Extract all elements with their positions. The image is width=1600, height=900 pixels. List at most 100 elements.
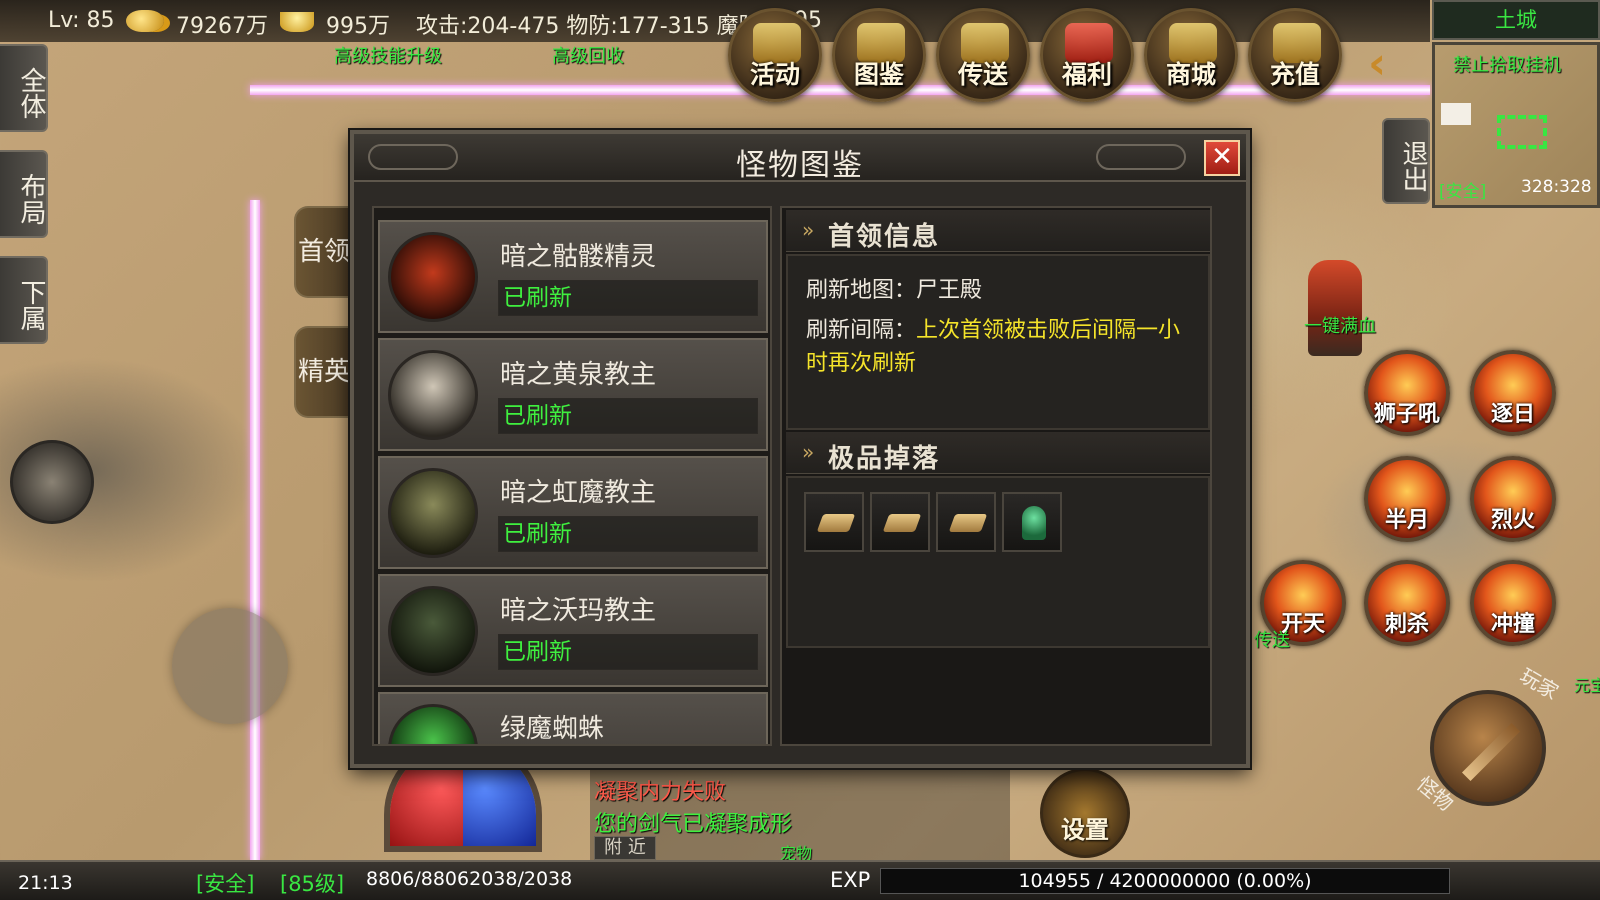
- left-tab-subordinate[interactable]: 下属: [0, 256, 48, 344]
- boss-info-title: 首领信息: [828, 222, 941, 252]
- monster-status: 已刷新: [498, 280, 758, 316]
- monster-name: 暗之黄泉教主: [500, 360, 657, 390]
- skill-flame[interactable]: 烈火: [1470, 456, 1556, 542]
- monster-name: 暗之沃玛教主: [500, 596, 657, 626]
- tab-elite[interactable]: 精英: [294, 326, 352, 418]
- recharge-button-label: 充值: [1269, 60, 1320, 89]
- refresh-map-row: 刷新地图：尸王殿: [806, 272, 982, 304]
- boss-detail-panel: » 首领信息 刷新地图：尸王殿 刷新间隔：上次首领被击败后间隔一小时再次刷新 »…: [780, 206, 1212, 746]
- collapse-arrow-icon[interactable]: ‹: [1368, 38, 1386, 89]
- clock: 21:13: [18, 872, 73, 894]
- minimap[interactable]: 禁止拾取挂机 [安全] 328:328: [1432, 42, 1600, 208]
- monster-row[interactable]: 暗之骷髅精灵 已刷新: [378, 220, 768, 333]
- drops-title: 极品掉落: [828, 444, 941, 474]
- shop-button[interactable]: 商城: [1144, 8, 1238, 102]
- level-label: [85级]: [280, 872, 345, 896]
- skill-upgrade-link[interactable]: 高级技能升级: [334, 42, 442, 68]
- codex-button[interactable]: 图鉴: [832, 8, 926, 102]
- dialog-title: 怪物图鉴: [736, 148, 864, 183]
- monster-name: 绿魔蜘蛛: [500, 714, 605, 744]
- skill-chase-sun[interactable]: 逐日: [1470, 350, 1556, 436]
- monster-row[interactable]: 绿魔蜘蛛: [378, 692, 768, 744]
- tab-boss[interactable]: 首领: [294, 206, 352, 298]
- left-tab-all[interactable]: 全体: [0, 44, 48, 132]
- dialog-title-bar: 怪物图鉴 ✕: [354, 134, 1246, 183]
- player-marker-icon: [1497, 115, 1547, 149]
- boss-info-header: » 首领信息: [786, 210, 1210, 252]
- teleport-partial-text: 传送: [1254, 630, 1290, 651]
- skill-label: 刺杀: [1384, 612, 1429, 637]
- activity-button-label: 活动: [749, 60, 800, 89]
- monster-list[interactable]: 暗之骷髅精灵 已刷新 暗之黄泉教主 已刷新 暗之虹魔教主 已刷新 暗之沃玛教主 …: [372, 206, 772, 746]
- monster-row[interactable]: 暗之沃玛教主 已刷新: [378, 574, 768, 687]
- activity-button[interactable]: 活动: [728, 8, 822, 102]
- skill-label: 冲撞: [1490, 612, 1535, 637]
- drop-slot[interactable]: [936, 492, 996, 552]
- skill-charge[interactable]: 冲撞: [1470, 560, 1556, 646]
- target-player-label[interactable]: 玩家: [1515, 660, 1564, 705]
- drop-slot[interactable]: [870, 492, 930, 552]
- refresh-map-label: 刷新地图：: [806, 278, 917, 303]
- drop-slot[interactable]: [1002, 492, 1062, 552]
- skill-assassinate[interactable]: 刺杀: [1364, 560, 1450, 646]
- monster-name: 暗之虹魔教主: [500, 478, 657, 508]
- yuanbao-partial-text: 元宝: [1574, 676, 1600, 695]
- left-tab-layout[interactable]: 布局: [0, 150, 48, 238]
- refresh-interval-label: 刷新间隔：: [806, 318, 917, 343]
- armored-boss-portrait-icon: [388, 350, 478, 440]
- chat-line: 您的剑气已凝聚成形: [594, 812, 793, 837]
- spider-portrait-icon: [388, 704, 478, 744]
- monster-row[interactable]: 暗之黄泉教主 已刷新: [378, 338, 768, 451]
- player-character[interactable]: [1308, 260, 1362, 356]
- sword-icon: [1462, 723, 1520, 781]
- guild-emblem-icon[interactable]: [10, 440, 94, 524]
- drops-box: [786, 476, 1210, 648]
- full-hp-link[interactable]: 一键满血: [1304, 312, 1376, 338]
- player-level: Lv: 85: [48, 8, 115, 33]
- settings-button[interactable]: 设置: [1040, 768, 1130, 858]
- ingot-icon: [280, 12, 314, 32]
- chat-line: 凝聚内力失败: [594, 780, 727, 805]
- monster-status: 已刷新: [498, 634, 758, 670]
- skill-half-moon[interactable]: 半月: [1364, 456, 1450, 542]
- close-button[interactable]: ✕: [1204, 140, 1240, 176]
- recharge-button[interactable]: 充值: [1248, 8, 1342, 102]
- refresh-map-value: 尸王殿: [916, 278, 983, 303]
- monster-status: 已刷新: [498, 516, 758, 552]
- minimap-notice: 禁止拾取挂机: [1453, 55, 1561, 76]
- scroll-item-icon: [948, 514, 988, 532]
- minimap-coords: 328:328: [1521, 177, 1592, 197]
- welfare-button[interactable]: 福利: [1040, 8, 1134, 102]
- settings-label: 设置: [1061, 816, 1109, 844]
- exit-button[interactable]: 退出: [1382, 118, 1430, 204]
- skeleton-portrait-icon: [388, 232, 478, 322]
- exp-label: EXP: [830, 868, 871, 892]
- monster-codex-dialog: 怪物图鉴 ✕ 暗之骷髅精灵 已刷新 暗之黄泉教主 已刷新 暗之虹魔教主 已刷新 …: [350, 130, 1250, 768]
- skill-lion-roar[interactable]: 狮子吼: [1364, 350, 1450, 436]
- recycle-link[interactable]: 高级回收: [552, 42, 624, 68]
- gold-icon: [126, 10, 164, 32]
- welfare-button-label: 福利: [1061, 60, 1112, 89]
- helmet-item-icon: [1022, 506, 1046, 540]
- drops-header: » 极品掉落: [786, 432, 1210, 474]
- monster-status: 已刷新: [498, 398, 758, 434]
- teleport-button-label: 传送: [957, 60, 1008, 89]
- zone-boundary-left: [250, 200, 260, 860]
- scroll-item-icon: [816, 514, 856, 532]
- hp-mp-values: 8806/88062038/2038: [366, 868, 573, 890]
- virtual-joystick[interactable]: [172, 608, 288, 724]
- monster-row[interactable]: 暗之虹魔教主 已刷新: [378, 456, 768, 569]
- exp-value: 104955 / 4200000000 (0.00%): [1018, 870, 1312, 892]
- ingot-amount: 995万: [326, 14, 390, 39]
- skill-label: 烈火: [1490, 508, 1535, 533]
- teleport-button[interactable]: 传送: [936, 8, 1030, 102]
- skill-label: 半月: [1384, 508, 1429, 533]
- zone-name: 土城: [1432, 0, 1600, 40]
- woma-portrait-icon: [388, 586, 478, 676]
- drop-slot[interactable]: [804, 492, 864, 552]
- minimap-safe-label: [安全]: [1439, 182, 1487, 202]
- monster-name: 暗之骷髅精灵: [500, 242, 657, 272]
- section-arrow-icon: »: [802, 218, 815, 242]
- chat-tab-nearby[interactable]: 附 近: [594, 836, 656, 860]
- building-icon: [1441, 103, 1471, 125]
